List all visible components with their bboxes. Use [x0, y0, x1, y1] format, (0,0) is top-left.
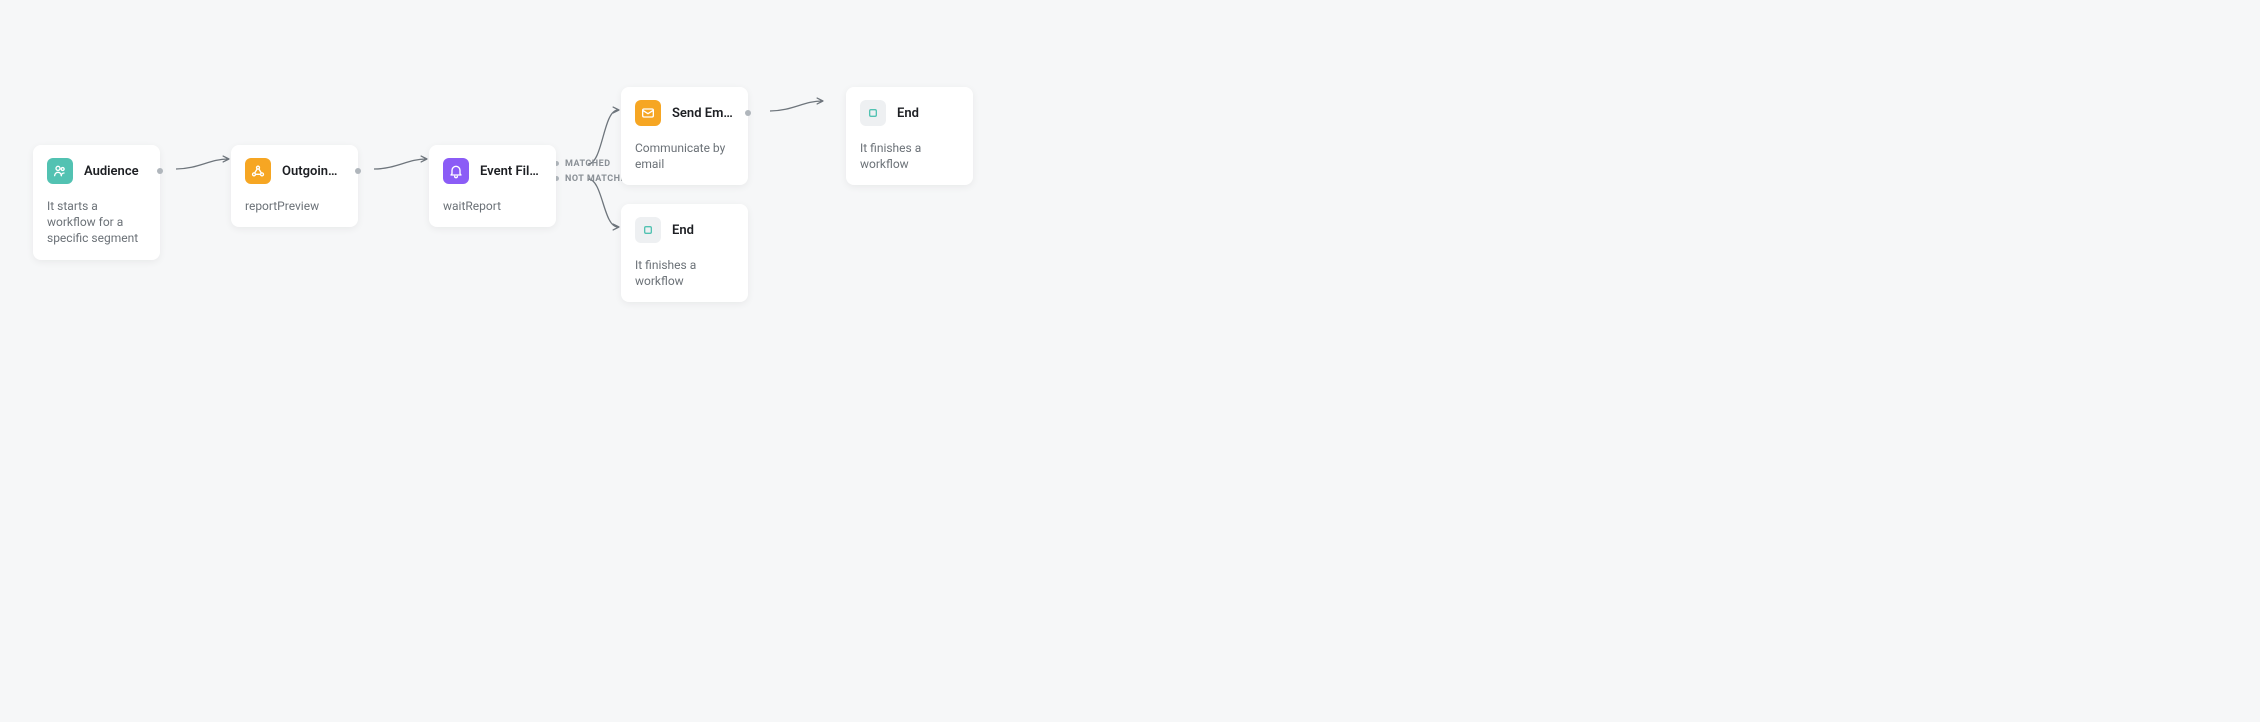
node-title: Audience — [84, 164, 139, 179]
output-port[interactable] — [157, 168, 163, 174]
node-end-top[interactable]: End It finishes a workflow — [846, 87, 973, 185]
node-end-bottom[interactable]: End It finishes a workflow — [621, 204, 748, 302]
node-description: It starts a workflow for a specific segm… — [47, 198, 146, 247]
branch-label-matched: MATCHED — [565, 159, 611, 169]
node-title: Send Email — [672, 106, 734, 121]
node-event-filter[interactable]: Event Filter waitReport — [429, 145, 556, 227]
node-description: It finishes a workflow — [860, 140, 959, 172]
mail-icon — [635, 100, 661, 126]
users-icon — [47, 158, 73, 184]
workflow-canvas: MATCHED NOT MATCHED Audience It starts a… — [0, 0, 1507, 481]
output-port[interactable] — [355, 168, 361, 174]
node-title: End — [897, 106, 919, 121]
output-port[interactable] — [745, 110, 751, 116]
node-title: Event Filter — [480, 164, 542, 179]
stop-icon — [635, 217, 661, 243]
node-description: waitReport — [443, 198, 542, 214]
node-send-email[interactable]: Send Email Communicate by email — [621, 87, 748, 185]
edges-layer — [0, 0, 1507, 481]
node-outgoing-integration[interactable]: Outgoing Integr… reportPreview — [231, 145, 358, 227]
webhook-icon — [245, 158, 271, 184]
bell-icon — [443, 158, 469, 184]
node-audience[interactable]: Audience It starts a workflow for a spec… — [33, 145, 160, 260]
node-description: It finishes a workflow — [635, 257, 734, 289]
node-title: End — [672, 223, 694, 238]
node-description: reportPreview — [245, 198, 344, 214]
node-title: Outgoing Integr… — [282, 164, 344, 179]
node-description: Communicate by email — [635, 140, 734, 172]
stop-icon — [860, 100, 886, 126]
